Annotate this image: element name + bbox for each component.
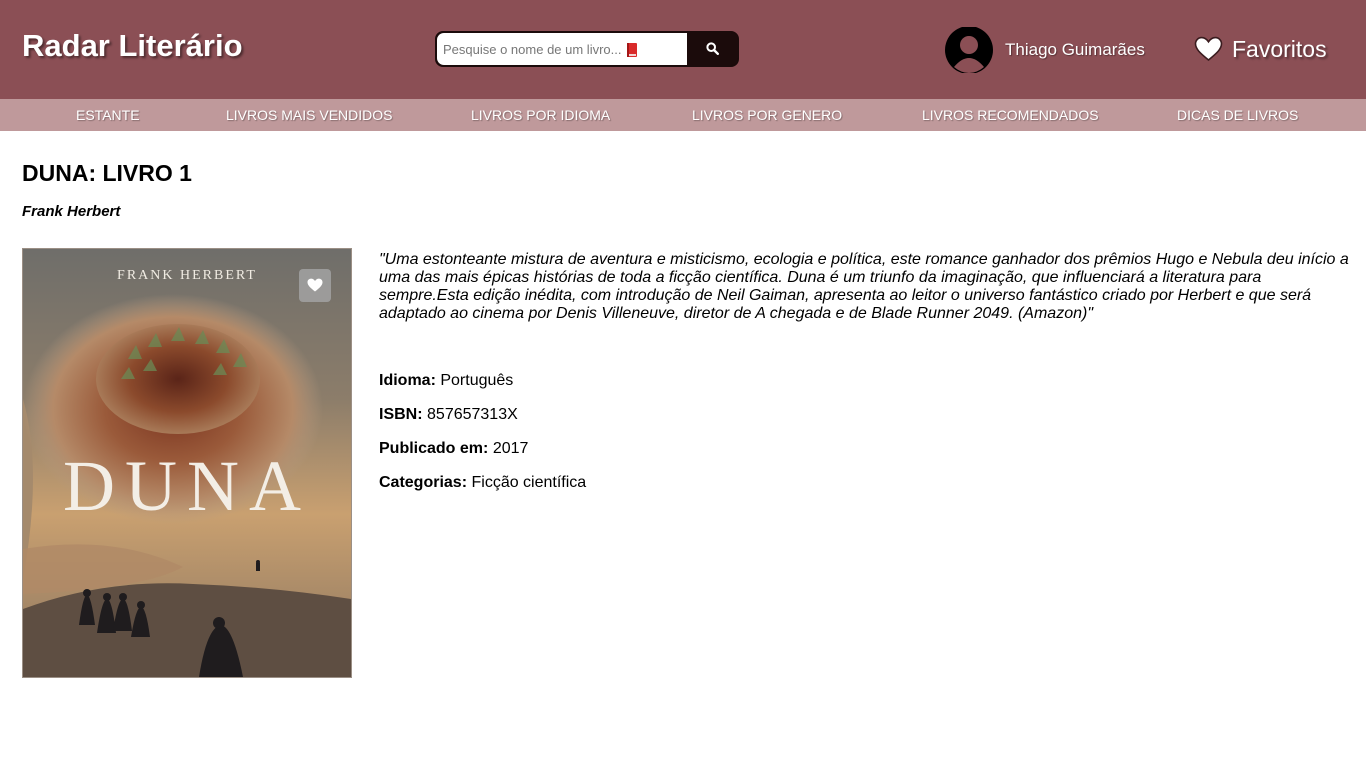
red-book-icon: [627, 43, 637, 57]
favorites-link[interactable]: Favoritos: [1194, 33, 1327, 65]
book-description: "Uma estonteante mistura de aventura e m…: [379, 251, 1349, 322]
add-favorite-button[interactable]: [299, 269, 331, 302]
detail-value: 2017: [492, 440, 529, 457]
cover-title-text: DUNA: [63, 446, 311, 526]
user-name: Thiago Guimarães: [1005, 40, 1145, 59]
nav-item-por-genero[interactable]: LIVROS POR GENERO: [692, 99, 842, 131]
detail-publicado: Publicado em: 2017: [379, 440, 528, 458]
detail-value: 857657313X: [427, 406, 518, 423]
detail-value: Português: [440, 372, 514, 389]
nav-item-recomendados[interactable]: LIVROS RECOMENDADOS: [922, 99, 1099, 131]
book-cover: FRANK HERBERT DUNA: [22, 248, 352, 678]
search-input[interactable]: [437, 33, 687, 65]
favorites-label: Favoritos: [1232, 35, 1327, 62]
search-icon: [706, 42, 719, 55]
nav-item-mais-vendidos[interactable]: LIVROS MAIS VENDIDOS: [226, 99, 392, 131]
detail-label: ISBN:: [379, 406, 423, 423]
detail-categorias: Categorias: Ficção científica: [379, 474, 586, 492]
category-nav: ESTANTE LIVROS MAIS VENDIDOS LIVROS POR …: [0, 99, 1366, 131]
nav-item-por-idioma[interactable]: LIVROS POR IDIOMA: [471, 99, 610, 131]
detail-label: Categorias:: [379, 474, 468, 491]
detail-idioma: Idioma: Português: [379, 372, 513, 390]
heart-icon: [1194, 36, 1223, 62]
heart-icon: [307, 278, 323, 292]
detail-isbn: ISBN: 857657313X: [379, 406, 518, 424]
user-avatar-icon: [944, 26, 994, 74]
search-bar: [435, 31, 739, 67]
top-header: Radar Literário Thiago Guimarães Favorit…: [0, 0, 1366, 99]
book-author: Frank Herbert: [22, 203, 121, 220]
user-profile[interactable]: Thiago Guimarães: [944, 26, 1145, 74]
nav-item-estante[interactable]: ESTANTE: [76, 99, 140, 131]
nav-item-dicas[interactable]: DICAS DE LIVROS: [1177, 99, 1298, 131]
search-button[interactable]: [687, 33, 738, 65]
site-logo[interactable]: Radar Literário: [22, 28, 243, 64]
detail-label: Publicado em:: [379, 440, 489, 457]
detail-label: Idioma:: [379, 372, 436, 389]
detail-value: Ficção científica: [471, 474, 587, 491]
book-title: DUNA: LIVRO 1: [22, 160, 192, 186]
